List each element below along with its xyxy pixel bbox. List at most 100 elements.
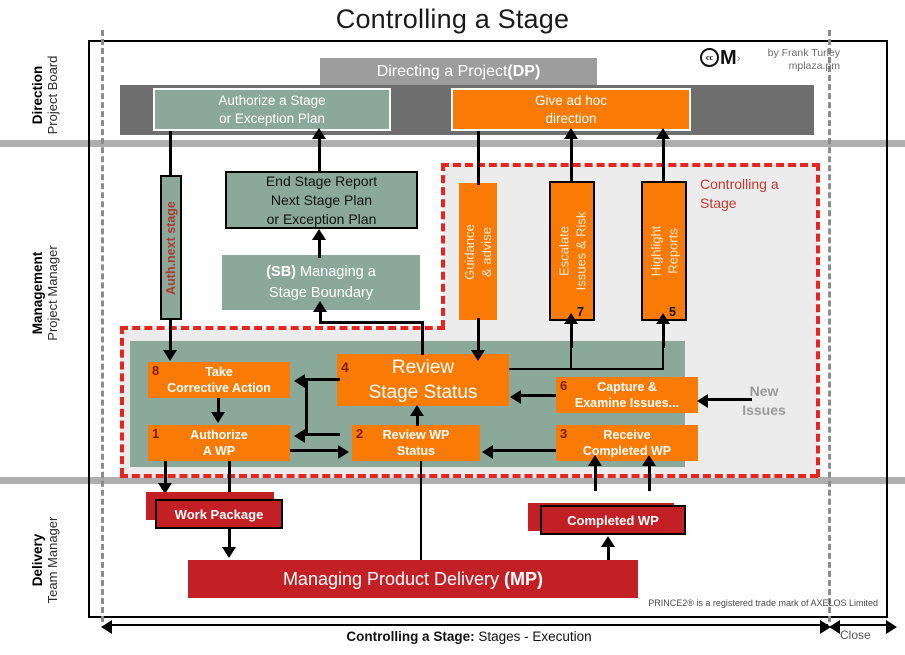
highlight-step-number: 5 <box>669 305 676 319</box>
escalate-issues-risk-box[interactable]: Escalate Issues & Risk 7 <box>549 181 595 321</box>
work-package-box[interactable]: Work Package <box>155 499 283 529</box>
arrow-highlight-up <box>656 128 670 139</box>
arrow-review-to-corrective <box>294 374 305 388</box>
connector-guidance-down <box>477 318 480 352</box>
step-number-3: 3 <box>560 426 568 441</box>
ad-hoc-line2: direction <box>545 110 597 126</box>
arrow-review-to-authorize <box>294 429 305 443</box>
lane-person-delivery: Team Manager <box>45 516 60 604</box>
ad-hoc-line1: Give ad hoc <box>534 92 608 108</box>
arrow-reviewwp-up <box>410 405 424 416</box>
mp-abbr: (MP) <box>504 568 544 589</box>
sb-line1: (SB) Managing a <box>266 262 376 283</box>
creative-commons-logo: cc M › <box>700 48 741 68</box>
axis-caption: Controlling a Stage: Stages - Execution <box>110 629 828 644</box>
axis-caption-bold: Controlling a Stage: <box>346 629 475 644</box>
connector-authorize-to-wp-b <box>228 461 231 495</box>
end-stage-report-line1: End Stage Report <box>265 172 378 189</box>
axis-arrow-close-right <box>886 620 897 634</box>
lane-role-management: Management <box>30 251 45 335</box>
end-stage-report-box[interactable]: End Stage Report Next Stage Plan or Exce… <box>225 171 418 229</box>
connector-sb-to-report <box>318 238 321 258</box>
escalate-line2: Issues & Risk <box>573 211 588 291</box>
connector-review-to-sb-riser <box>421 321 424 355</box>
connector-review-to-authorize-h <box>305 433 340 436</box>
authorize-a-stage-box[interactable]: Authorize a Stage or Exception Plan <box>153 88 391 131</box>
cs-boundary-left <box>120 326 124 476</box>
arrow-auth-next-down <box>163 350 177 361</box>
lane-person-direction: Project Board <box>45 55 60 135</box>
page-title: Controlling a Stage <box>335 4 570 34</box>
auth-next-stage-label: Auth.next stage <box>164 200 179 295</box>
lane-role-direction: Direction <box>30 65 45 125</box>
review-wp-line1: Review WP <box>382 428 450 442</box>
arrow-wp-to-mp <box>222 547 236 558</box>
mp-text: Managing Product Delivery <box>282 568 505 589</box>
connector-escalate-bottom <box>570 322 573 348</box>
connector-receive-to-reviewwp <box>493 449 556 452</box>
step-number-4: 4 <box>341 359 349 375</box>
connector-adhoc-to-guidance <box>477 131 480 185</box>
author-credit: by Frank Turley mplaza.pm <box>740 47 840 73</box>
review-wp-status-box[interactable]: 2 Review WP Status <box>352 425 480 461</box>
connector-capture-to-review <box>521 394 556 397</box>
cs-label-line2: Stage <box>700 195 737 211</box>
authorize-stage-line1: Authorize a Stage <box>218 92 326 108</box>
connector-authorize-to-wp-a <box>164 461 167 485</box>
diagram-canvas: Controlling a Stage Direction Project Bo… <box>0 0 905 655</box>
connector-rail-highlight <box>662 348 664 370</box>
connector-rail-escalate <box>570 348 572 370</box>
sb-rest: Managing a <box>296 263 376 280</box>
arrow-completedwp-up-a <box>588 455 602 466</box>
arrow-sb-to-report <box>312 229 326 240</box>
author-name: by Frank Turley <box>767 47 840 59</box>
dp-title-text: Directing a Project <box>376 62 508 80</box>
axis-line-main <box>110 624 828 626</box>
escalate-line1: Escalate <box>556 226 571 276</box>
give-ad-hoc-direction-box[interactable]: Give ad hoc direction <box>451 88 691 131</box>
highlight-reports-box[interactable]: Highlight Reports 5 <box>641 181 687 321</box>
authorize-stage-line2: or Exception Plan <box>219 110 325 126</box>
step-number-2: 2 <box>356 426 364 441</box>
connector-review-to-corrective-h <box>305 378 340 381</box>
lane-person-management: Project Manager <box>45 245 60 341</box>
guidance-line1: Guidance <box>462 223 477 280</box>
highlight-line1: Highlight <box>648 225 663 277</box>
authorize-wp-line2: A WP <box>202 444 236 458</box>
cs-region-label: Controlling a Stage <box>700 175 810 213</box>
dp-title-abbr: (DP) <box>507 62 541 80</box>
auth-next-stage-box[interactable]: Auth.next stage <box>160 175 182 320</box>
receive-completed-wp-box[interactable]: 3 Receive Completed WP <box>556 425 698 461</box>
arrow-capture-to-review <box>510 390 521 404</box>
step-number-1: 1 <box>152 426 160 441</box>
guidance-line2: & advise <box>479 226 494 277</box>
lane-role-delivery: Delivery <box>30 533 45 587</box>
guide-line-start <box>101 30 104 622</box>
arrow-escalate-riser-up <box>564 313 578 324</box>
end-stage-report-line2: Next Stage Plan <box>270 191 373 208</box>
cs-boundary-step-left <box>441 163 445 328</box>
review-stage-line2: Stage Status <box>368 382 478 403</box>
managing-product-delivery-box[interactable]: Managing Product Delivery (MP) <box>188 560 638 598</box>
take-corrective-action-box[interactable]: 8 Take Corrective Action <box>148 362 290 398</box>
connector-authorize-stage-down <box>169 131 172 177</box>
arrow-escalate-up <box>564 128 578 139</box>
cs-boundary-bottom <box>120 474 818 478</box>
take-corrective-line2: Corrective Action <box>167 381 271 395</box>
review-stage-status-box[interactable]: 4 Review Stage Status <box>337 354 509 406</box>
directing-a-project-title: Directing a Project (DP) <box>320 58 597 85</box>
new-issues-label: New Issues <box>728 382 800 420</box>
completed-wp-box[interactable]: Completed WP <box>540 505 686 535</box>
capture-examine-issues-box[interactable]: 6 Capture & Examine Issues... <box>556 377 698 413</box>
authorize-a-wp-box[interactable]: 1 Authorize A WP <box>148 425 290 461</box>
axis-line-close <box>836 624 892 626</box>
connector-review-right-rail <box>509 368 664 370</box>
arrow-highlight-riser-up <box>656 313 670 324</box>
authorize-wp-line1: Authorize <box>190 428 248 442</box>
guidance-advise-box[interactable]: Guidance & advise <box>459 183 497 320</box>
arrow-completedwp-up-b <box>642 455 656 466</box>
connector-reviewwp-to-mp <box>420 461 422 565</box>
escalate-step-number: 7 <box>577 305 584 319</box>
axis-close-label: Close <box>840 628 871 642</box>
cs-label-line1: Controlling a <box>700 176 779 192</box>
